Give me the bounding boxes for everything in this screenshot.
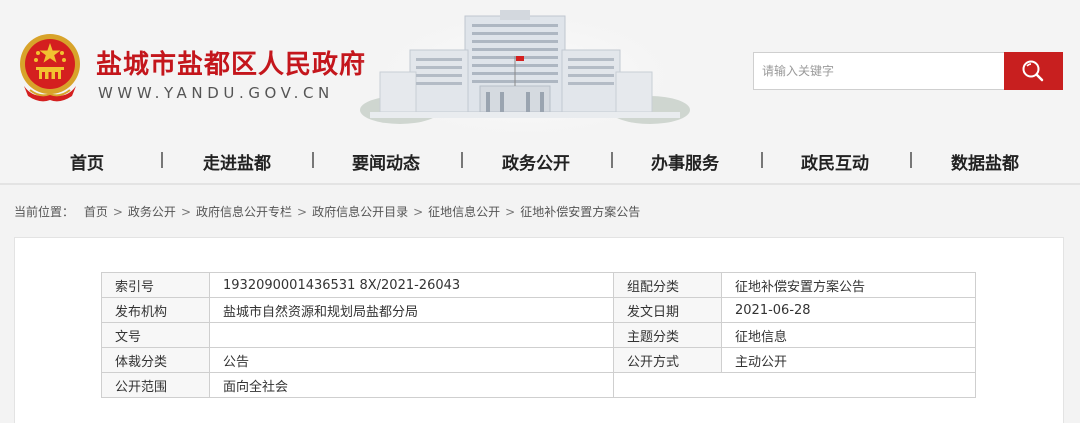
nav-item-home[interactable]: 首页	[70, 149, 104, 174]
breadcrumb: 当前位置： 首页 > 政务公开 > 政府信息公开专栏 > 政府信息公开目录 > 征地信息公开 > 征…	[14, 203, 640, 220]
table-row: 索引号 1932090001436531 8X/2021-26043 组配分类 …	[101, 272, 976, 298]
meta-value: 盐城市自然资源和规划局盐都分局	[209, 297, 614, 323]
meta-label: 公开范围	[101, 372, 210, 398]
site-header: 盐城市盐都区人民政府 WWW.YANDU.GOV.CN	[0, 0, 1080, 137]
site-url: WWW.YANDU.GOV.CN	[98, 84, 334, 102]
nav-separator	[312, 152, 314, 168]
breadcrumb-separator: >	[297, 205, 308, 219]
breadcrumb-separator: >	[505, 205, 516, 219]
main-nav: 首页 走进盐都 要闻动态 政务公开 办事服务 政民互动 数据盐都	[0, 137, 1080, 185]
meta-label: 体裁分类	[101, 347, 210, 373]
meta-value: 主动公开	[721, 347, 976, 373]
breadcrumb-item-home[interactable]: 首页	[84, 205, 108, 219]
nav-separator	[910, 152, 912, 168]
breadcrumb-item-gov-affairs[interactable]: 政务公开	[128, 205, 176, 219]
meta-label: 公开方式	[613, 347, 722, 373]
meta-label: 文号	[101, 322, 210, 348]
meta-label: 索引号	[101, 272, 210, 298]
table-row: 发布机构 盐城市自然资源和规划局盐都分局 发文日期 2021-06-28	[101, 297, 976, 323]
meta-value: 2021-06-28	[721, 297, 976, 323]
nav-separator	[461, 152, 463, 168]
table-row: 公开范围 面向全社会	[101, 372, 976, 398]
government-building-image	[360, 0, 690, 137]
nav-item-interaction[interactable]: 政民互动	[801, 149, 869, 174]
nav-separator	[161, 152, 163, 168]
table-row: 体裁分类 公告 公开方式 主动公开	[101, 347, 976, 373]
nav-item-services[interactable]: 办事服务	[651, 149, 719, 174]
breadcrumb-item-info-catalog[interactable]: 政府信息公开目录	[312, 205, 408, 219]
search-button[interactable]	[1004, 52, 1063, 90]
breadcrumb-separator: >	[112, 205, 123, 219]
nav-item-news[interactable]: 要闻动态	[352, 149, 420, 174]
document-meta-table: 索引号 1932090001436531 8X/2021-26043 组配分类 …	[101, 272, 976, 398]
meta-value: 1932090001436531 8X/2021-26043	[209, 272, 614, 298]
nav-separator	[761, 152, 763, 168]
nav-item-about[interactable]: 走进盐都	[203, 149, 271, 174]
meta-value	[209, 322, 614, 348]
meta-label: 发布机构	[101, 297, 210, 323]
meta-label: 发文日期	[613, 297, 722, 323]
breadcrumb-item-current[interactable]: 征地补偿安置方案公告	[520, 205, 640, 219]
breadcrumb-separator: >	[413, 205, 424, 219]
meta-label: 主题分类	[613, 322, 722, 348]
meta-value: 面向全社会	[209, 372, 614, 398]
meta-value: 征地信息	[721, 322, 976, 348]
meta-empty-cell	[613, 372, 976, 398]
breadcrumb-separator: >	[180, 205, 191, 219]
nav-item-gov-affairs[interactable]: 政务公开	[502, 149, 570, 174]
national-emblem-icon	[20, 34, 80, 102]
search-icon	[1022, 60, 1044, 82]
meta-value: 公告	[209, 347, 614, 373]
meta-value: 征地补偿安置方案公告	[721, 272, 976, 298]
breadcrumb-item-info-column[interactable]: 政府信息公开专栏	[196, 205, 292, 219]
breadcrumb-prefix: 当前位置：	[14, 205, 75, 219]
meta-label: 组配分类	[613, 272, 722, 298]
breadcrumb-item-land-info[interactable]: 征地信息公开	[428, 205, 500, 219]
search-input[interactable]	[753, 52, 1005, 90]
table-row: 文号 主题分类 征地信息	[101, 322, 976, 348]
site-title: 盐城市盐都区人民政府	[96, 50, 367, 80]
nav-item-data[interactable]: 数据盐都	[951, 149, 1019, 174]
nav-separator	[611, 152, 613, 168]
